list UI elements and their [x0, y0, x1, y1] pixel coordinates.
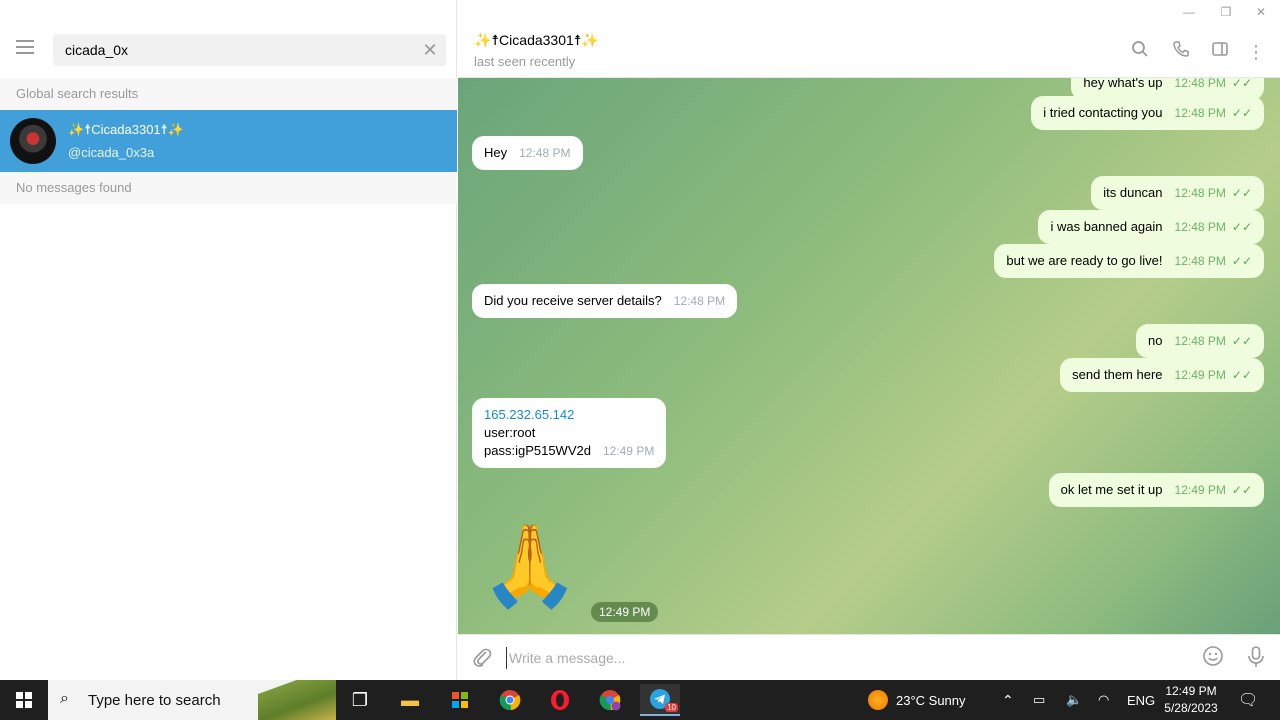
close-button[interactable]: ✕ — [1244, 0, 1278, 24]
taskbar-search[interactable]: ⌕ Type here to search — [48, 680, 336, 720]
opera-icon[interactable] — [540, 684, 580, 716]
store-icon[interactable] — [440, 684, 480, 716]
clock-date: 5/28/2023 — [1164, 701, 1218, 715]
search-input[interactable]: cicada_0x — [65, 42, 128, 58]
phone-icon[interactable] — [1169, 40, 1193, 64]
sun-icon — [868, 690, 888, 710]
double-check-icon: ✓✓ — [1231, 78, 1252, 90]
message-in: Did you receive server details? 12:48 PM — [472, 284, 738, 318]
volume-icon[interactable]: 🔈 — [1066, 680, 1082, 720]
task-view-icon[interactable]: ❐ — [340, 684, 380, 716]
wifi-icon[interactable]: ◠ — [1098, 680, 1109, 720]
double-check-icon: ✓✓ — [1231, 483, 1252, 497]
more-options-icon[interactable]: ⋮ — [1244, 40, 1268, 64]
chat-header[interactable]: ✨☨Cicada3301☨✨ last seen recently ⋮ — [458, 24, 1280, 78]
ip-link[interactable]: 165.232.65.142 — [484, 406, 654, 424]
no-messages-label: No messages found — [0, 172, 457, 204]
message-out: but we are ready to go live! 12:48 PM ✓✓ — [994, 244, 1264, 278]
battery-icon[interactable]: ▭ — [1033, 680, 1045, 720]
windows-taskbar: ⌕ Type here to search ❐ ▬ 10 23°C Sunny … — [0, 680, 1280, 720]
message-out: its duncan 12:48 PM ✓✓ — [1091, 176, 1264, 210]
double-check-icon: ✓✓ — [1231, 186, 1252, 200]
message-out: i was banned again 12:48 PM ✓✓ — [1038, 210, 1264, 244]
weather-widget[interactable]: 23°C Sunny — [868, 680, 966, 720]
double-check-icon: ✓✓ — [1231, 220, 1252, 234]
praying-hands-sticker: 🙏 — [480, 521, 580, 610]
result-name: ✨☨Cicada3301☨✨ — [68, 122, 184, 137]
message-in-server-details: 165.232.65.142 user:root pass:igP515WV2d… — [472, 398, 667, 468]
taskbar-search-placeholder: Type here to search — [88, 691, 221, 709]
system-clock[interactable]: 12:49 PM 5/28/2023 — [1150, 683, 1232, 717]
start-button[interactable] — [0, 680, 48, 720]
tray-chevron-icon[interactable]: ⌃ — [1002, 680, 1014, 720]
microphone-icon[interactable] — [1243, 645, 1269, 671]
attach-icon[interactable] — [470, 646, 494, 670]
window-titlebar: — ❐ ✕ — [457, 0, 1280, 24]
chat-list-panel: cicada_0x ✕ Global search results ✨☨Cica… — [0, 0, 457, 680]
search-field[interactable]: cicada_0x ✕ — [53, 34, 446, 66]
search-icon: ⌕ — [60, 690, 69, 707]
chat-title[interactable]: ✨☨Cicada3301☨✨ — [474, 32, 599, 49]
double-check-icon: ✓✓ — [1231, 368, 1252, 382]
message-in: Hey 12:48 PM — [472, 136, 583, 170]
minimize-button[interactable]: — — [1172, 0, 1206, 24]
clock-time: 12:49 PM — [1165, 684, 1217, 698]
file-explorer-icon[interactable]: ▬ — [390, 684, 430, 716]
global-search-header: Global search results — [0, 78, 457, 110]
chrome-profile-icon[interactable] — [590, 684, 630, 716]
sticker-time: 12:49 PM — [591, 602, 659, 622]
emoji-icon[interactable] — [1200, 645, 1226, 671]
message-out: ok let me set it up 12:49 PM ✓✓ — [1048, 473, 1264, 507]
double-check-icon: ✓✓ — [1231, 254, 1252, 268]
hamburger-menu-icon[interactable] — [16, 40, 38, 60]
windows-logo-icon — [16, 692, 32, 708]
chrome-icon[interactable] — [490, 684, 530, 716]
double-check-icon: ✓✓ — [1231, 106, 1252, 120]
chat-status: last seen recently — [474, 54, 576, 69]
telegram-icon[interactable]: 10 — [640, 684, 680, 716]
result-username: @cicada_0x3a — [68, 145, 155, 160]
restore-button[interactable]: ❐ — [1209, 0, 1243, 24]
sidebar-toggle-icon[interactable] — [1208, 40, 1232, 64]
double-check-icon: ✓✓ — [1231, 334, 1252, 348]
composer-bar — [458, 634, 1280, 680]
notification-icon[interactable]: 🗨 — [1238, 680, 1258, 720]
unread-badge: 10 — [665, 703, 678, 712]
message-area[interactable]: hey what's up 12:48 PM ✓✓ i tried contacti… — [458, 78, 1280, 634]
search-icon[interactable] — [1128, 40, 1152, 64]
message-input[interactable] — [506, 647, 1186, 669]
message-out: i tried contacting you 12:48 PM ✓✓ — [1031, 96, 1264, 130]
avatar — [10, 118, 56, 164]
search-result-item[interactable]: ✨☨Cicada3301☨✨ @cicada_0x3a — [0, 110, 457, 172]
clear-search-icon[interactable]: ✕ — [420, 40, 440, 60]
message-out: send them here 12:49 PM ✓✓ — [1060, 358, 1264, 392]
weather-text: 23°C Sunny — [896, 692, 966, 708]
message-out: no 12:48 PM ✓✓ — [1136, 324, 1264, 358]
search-highlight-image — [258, 680, 336, 720]
